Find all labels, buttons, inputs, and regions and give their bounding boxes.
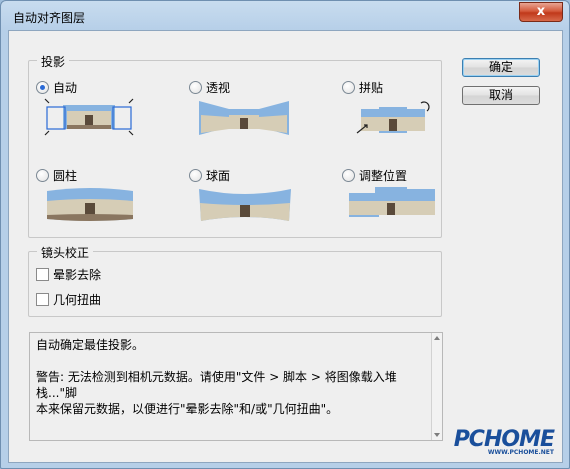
projection-legend: 投影 (37, 53, 70, 70)
description-summary: 自动确定最佳投影。 (36, 338, 145, 352)
radio-cylindrical-label: 圆柱 (53, 169, 78, 183)
description-scrollbar[interactable] (431, 333, 442, 440)
dialog-body: 投影 自动 透视 拼贴 圆柱 球面 调整位置 镜头校正 晕影去除 几何扭曲 确定… (8, 30, 563, 463)
description-warning-line1: 警告: 无法检测到相机元数据。请使用"文件 > 脚本 > 将图像载入堆栈..."… (36, 370, 397, 400)
radio-collage-label: 拼贴 (359, 81, 384, 95)
vignette-label: 晕影去除 (53, 268, 102, 282)
radio-perspective-label: 透视 (206, 81, 231, 95)
radio-perspective-indicator[interactable] (189, 81, 202, 94)
radio-collage-indicator[interactable] (342, 81, 355, 94)
collage-thumbnail (356, 101, 430, 134)
radio-reposition-indicator[interactable] (342, 169, 355, 182)
pchome-watermark: PCHOME WWW.PCHOME.NET (454, 427, 555, 456)
checkbox-vignette-removal[interactable]: 晕影去除 (36, 266, 101, 283)
ok-button[interactable]: 确定 (462, 58, 540, 77)
radio-perspective[interactable]: 透视 (189, 79, 230, 96)
distortion-label: 几何扭曲 (53, 293, 102, 307)
radio-spherical-label: 球面 (206, 169, 231, 183)
close-icon: x (536, 4, 546, 19)
projection-group: 投影 自动 透视 拼贴 圆柱 球面 调整位置 (28, 53, 442, 238)
radio-cylindrical[interactable]: 圆柱 (36, 167, 77, 184)
title-bar[interactable]: 自动对齐图层 x (1, 1, 569, 29)
perspective-thumbnail (199, 101, 289, 135)
description-panel: 自动确定最佳投影。 警告: 无法检测到相机元数据。请使用"文件 > 脚本 > 将… (29, 332, 443, 441)
scroll-up-icon[interactable] (434, 336, 440, 340)
auto-layout-thumbnail (44, 98, 134, 136)
spherical-thumbnail (199, 189, 291, 221)
radio-collage[interactable]: 拼贴 (342, 79, 383, 96)
lens-correction-group: 镜头校正 晕影去除 几何扭曲 (28, 244, 442, 317)
close-button[interactable]: x (519, 2, 563, 22)
radio-spherical-indicator[interactable] (189, 169, 202, 182)
cancel-button[interactable]: 取消 (462, 86, 540, 105)
window-title: 自动对齐图层 (13, 11, 86, 25)
radio-auto-label: 自动 (53, 81, 78, 95)
description-warning-line2: 本来保留元数据，以便进行"晕影去除"和/或"几何扭曲"。 (36, 402, 339, 416)
distortion-checkbox[interactable] (36, 293, 49, 306)
radio-cylindrical-indicator[interactable] (36, 169, 49, 182)
radio-auto-indicator[interactable] (36, 81, 49, 94)
reposition-thumbnail (349, 187, 435, 217)
lens-legend: 镜头校正 (37, 244, 94, 261)
radio-auto[interactable]: 自动 (36, 79, 77, 96)
radio-spherical[interactable]: 球面 (189, 167, 230, 184)
cylindrical-thumbnail (47, 188, 133, 221)
checkbox-geometric-distortion[interactable]: 几何扭曲 (36, 291, 101, 308)
dialog-window: 自动对齐图层 x 投影 自动 透视 拼贴 圆柱 球面 调整位置 镜头校正 晕影去… (0, 0, 570, 469)
radio-reposition[interactable]: 调整位置 (342, 167, 407, 184)
vignette-checkbox[interactable] (36, 268, 49, 281)
scroll-down-icon[interactable] (434, 433, 440, 437)
radio-reposition-label: 调整位置 (359, 169, 408, 183)
